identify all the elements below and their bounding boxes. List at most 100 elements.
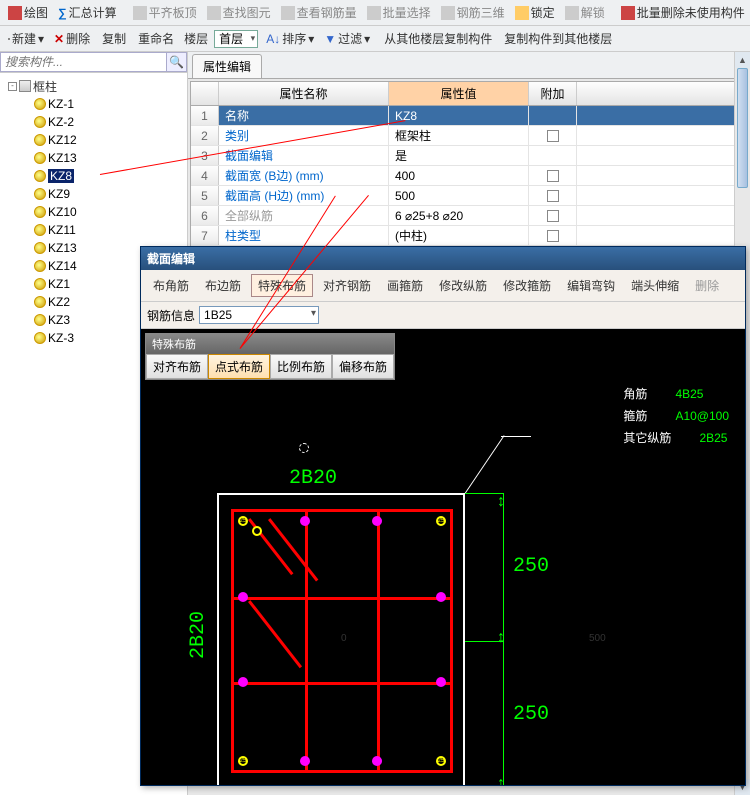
dim-left-label: 2B20 xyxy=(187,611,210,659)
edge-bar xyxy=(238,677,248,687)
corner-bar: 25 xyxy=(238,756,248,766)
prop-row[interactable]: 3截面编辑是 xyxy=(191,146,747,166)
dim-right-1: 250 xyxy=(513,555,549,578)
bullet-icon xyxy=(34,278,46,290)
editor-tool[interactable]: 编辑弯钩 xyxy=(561,275,621,296)
btn-copy-from[interactable]: 从其他楼层复制构件 xyxy=(378,28,496,49)
floor-select[interactable]: 首层 xyxy=(214,30,258,48)
bullet-icon xyxy=(34,314,46,326)
btn-filter[interactable]: ▼过滤 ▾ xyxy=(320,28,374,49)
leader-line xyxy=(501,436,531,437)
checkbox[interactable] xyxy=(547,170,559,182)
prop-row[interactable]: 6全部纵筋6 ⌀25+8 ⌀20 xyxy=(191,206,747,226)
btn-delete[interactable]: ✕删除 xyxy=(50,28,94,49)
main-toolbar: 新建 ▾ ✕删除 复制 重命名 楼层 首层 A↓排序 ▾ ▼过滤 ▾ 从其他楼层… xyxy=(0,26,750,52)
tb-rebar-3d: 钢筋三维 xyxy=(437,2,509,23)
tb-draw[interactable]: 绘图 xyxy=(4,2,52,23)
editor-tool[interactable]: 布角筋 xyxy=(147,275,195,296)
checkbox[interactable] xyxy=(547,130,559,142)
palette-button[interactable]: 对齐布筋 xyxy=(146,354,208,379)
palette-button[interactable]: 点式布筋 xyxy=(208,354,270,379)
tree-root[interactable]: - 框柱 xyxy=(2,77,185,95)
col-extra: 附加 xyxy=(529,82,577,105)
lock-icon xyxy=(515,6,529,20)
tb-batch-delete[interactable]: 批量删除未使用构件 xyxy=(617,2,749,23)
legend: 角筋4B25箍筋A10@100其它纵筋2B25 xyxy=(623,383,729,449)
legend-row: 其它纵筋2B25 xyxy=(623,427,729,449)
tab-property-edit[interactable]: 属性编辑 xyxy=(192,54,262,78)
search-button[interactable]: 🔍 xyxy=(167,52,187,72)
edge-bar xyxy=(436,677,446,687)
property-grid: 属性名称 属性值 附加 1名称KZ82类别框架柱3截面编辑是4截面宽 (B边) … xyxy=(190,81,748,267)
tree-item-KZ9[interactable]: KZ9 xyxy=(2,185,185,203)
checkbox[interactable] xyxy=(547,190,559,202)
scroll-up-icon[interactable]: ▲ xyxy=(735,52,750,68)
floor-label: 楼层 xyxy=(180,28,212,49)
tb-batch-select: 批量选择 xyxy=(363,2,435,23)
tree-item-KZ-2[interactable]: KZ-2 xyxy=(2,113,185,131)
btn-sort[interactable]: A↓排序 ▾ xyxy=(262,28,318,49)
bullet-icon xyxy=(34,332,46,344)
scroll-thumb[interactable] xyxy=(737,68,748,188)
palette-button[interactable]: 比例布筋 xyxy=(270,354,332,379)
tb-flatten: 平齐板顶 xyxy=(129,2,201,23)
palette-title: 特殊布筋 xyxy=(146,334,394,354)
prop-row[interactable]: 4截面宽 (B边) (mm)400 xyxy=(191,166,747,186)
prop-row[interactable]: 5截面高 (H边) (mm)500 xyxy=(191,186,747,206)
editor-tool[interactable]: 特殊布筋 xyxy=(251,274,313,297)
dim-top-label: 2B20 xyxy=(289,467,337,490)
leader-line xyxy=(465,435,505,494)
tree-item-KZ-1[interactable]: KZ-1 xyxy=(2,95,185,113)
prop-row[interactable]: 7柱类型(中柱) xyxy=(191,226,747,246)
tree-item-KZ8[interactable]: KZ8 xyxy=(2,167,185,185)
edge-bar xyxy=(300,516,310,526)
section-editor-window: 截面编辑 布角筋布边筋特殊布筋对齐钢筋画箍筋修改纵筋修改箍筋编辑弯钩端头伸缩删除… xyxy=(140,246,746,786)
btn-new[interactable]: 新建 ▾ xyxy=(4,28,48,49)
property-tabstrip: 属性编辑 xyxy=(188,52,750,79)
unlock-icon xyxy=(565,6,579,20)
btn-rename[interactable]: 重命名 xyxy=(132,28,178,49)
tb-lock[interactable]: 锁定 xyxy=(511,2,559,23)
bullet-icon xyxy=(34,206,46,218)
extra-bar xyxy=(252,526,262,536)
rebar-info-label: 钢筋信息 xyxy=(147,307,195,324)
prop-row[interactable]: 1名称KZ8 xyxy=(191,106,747,126)
editor-tool[interactable]: 布边筋 xyxy=(199,275,247,296)
btn-copy-to[interactable]: 复制构件到其他楼层 xyxy=(498,28,616,49)
tb-sum[interactable]: ∑汇总计算 xyxy=(54,2,121,23)
search-input[interactable] xyxy=(0,52,167,72)
edge-bar xyxy=(372,516,382,526)
dim-right-2: 250 xyxy=(513,703,549,726)
search-icon: 🔍 xyxy=(169,55,184,69)
bullet-icon xyxy=(34,242,46,254)
corner-bar: 25 xyxy=(238,516,248,526)
tree-item-KZ12[interactable]: KZ12 xyxy=(2,131,185,149)
editor-tool[interactable]: 修改箍筋 xyxy=(497,275,557,296)
corner-bar: 25 xyxy=(436,756,446,766)
section-canvas[interactable]: 特殊布筋 对齐布筋点式布筋比例布筋偏移布筋 角筋4B25箍筋A10@100其它纵… xyxy=(141,329,745,785)
btn-copy[interactable]: 复制 xyxy=(96,28,130,49)
tree-item-KZ11[interactable]: KZ11 xyxy=(2,221,185,239)
special-rebar-palette: 特殊布筋 对齐布筋点式布筋比例布筋偏移布筋 xyxy=(145,333,395,380)
bullet-icon xyxy=(34,134,46,146)
filter-icon xyxy=(19,80,31,92)
bullet-icon xyxy=(34,260,46,272)
legend-row: 角筋4B25 xyxy=(623,383,729,405)
edge-bar xyxy=(300,756,310,766)
checkbox[interactable] xyxy=(547,210,559,222)
top-toolbar: 绘图 ∑汇总计算 平齐板顶 查找图元 查看钢筋量 批量选择 钢筋三维 锁定 解锁… xyxy=(0,0,750,26)
editor-tool: 删除 xyxy=(689,275,725,296)
checkbox[interactable] xyxy=(547,230,559,242)
editor-tool[interactable]: 对齐钢筋 xyxy=(317,275,377,296)
origin-marker xyxy=(299,443,309,453)
tb-unlock: 解锁 xyxy=(561,2,609,23)
col-value: 属性值 xyxy=(389,82,529,105)
palette-button[interactable]: 偏移布筋 xyxy=(332,354,394,379)
editor-tool[interactable]: 修改纵筋 xyxy=(433,275,493,296)
editor-tool[interactable]: 画箍筋 xyxy=(381,275,429,296)
collapse-icon[interactable]: - xyxy=(8,82,17,91)
tree-item-KZ10[interactable]: KZ10 xyxy=(2,203,185,221)
editor-info-row: 钢筋信息 1B25 xyxy=(141,302,745,329)
axis-tick: 500 xyxy=(589,633,606,644)
editor-tool[interactable]: 端头伸缩 xyxy=(625,275,685,296)
